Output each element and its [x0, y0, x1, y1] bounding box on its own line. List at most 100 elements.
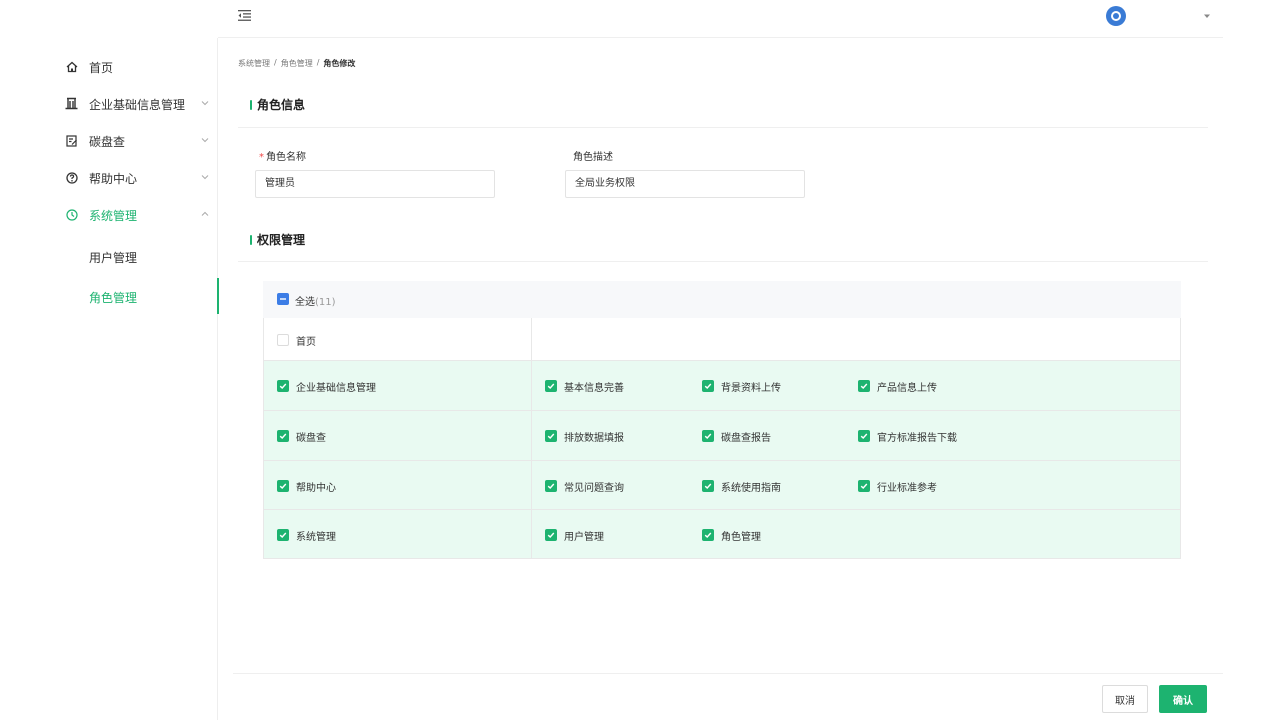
footer-divider — [233, 673, 1223, 674]
check-icon — [279, 383, 287, 389]
permission-parent-label: 企业基础信息管理 — [296, 383, 376, 394]
building-icon — [65, 97, 78, 110]
permission-child-label: 系统使用指南 — [721, 483, 781, 494]
permission-row: 首页 — [263, 318, 1181, 361]
check-icon — [279, 483, 287, 489]
check-icon — [547, 383, 555, 389]
sidebar-subitem-label: 角色管理 — [89, 291, 138, 305]
top-header — [218, 0, 1223, 38]
sidebar-item-label: 系统管理 — [89, 208, 138, 223]
permission-parent-label: 系统管理 — [296, 532, 336, 543]
confirm-button[interactable]: 确认 — [1159, 685, 1207, 713]
sidebar-item-carbon-inventory[interactable]: 碳盘查 — [58, 123, 218, 159]
sidebar-item-label: 碳盘查 — [89, 134, 126, 149]
permission-parent-cell: 碳盘查 — [264, 411, 532, 460]
permission-child-checkbox[interactable] — [702, 480, 714, 492]
permission-child-checkbox[interactable] — [545, 380, 557, 392]
sidebar-subitem-label: 用户管理 — [89, 251, 138, 265]
app-window: 首页 企业基础信息管理 碳盘查 帮助中心 系统管理 用户管理 角色管理 系统管理… — [58, 0, 1223, 720]
sidebar-item-system-management[interactable]: 系统管理 — [58, 197, 218, 233]
role-name-label: * 角色名称 — [259, 148, 306, 163]
sidebar: 首页 企业基础信息管理 碳盘查 帮助中心 系统管理 用户管理 角色管理 — [58, 38, 219, 720]
check-icon — [860, 433, 868, 439]
permission-child-checkbox[interactable] — [858, 430, 870, 442]
select-all-label: 全选 — [295, 297, 315, 308]
role-name-input[interactable]: 管理员 — [255, 170, 495, 198]
sidebar-item-label: 企业基础信息管理 — [89, 97, 186, 112]
permission-parent-cell: 首页 — [264, 318, 532, 360]
permission-row: 系统管理 用户管理 角色管理 — [263, 510, 1181, 559]
select-all-count: (11) — [315, 297, 336, 308]
check-icon — [860, 383, 868, 389]
permission-child-label: 碳盘查报告 — [721, 433, 771, 444]
breadcrumb-current: 角色修改 — [323, 59, 356, 68]
caret-down-icon[interactable] — [1202, 11, 1212, 21]
permission-child-label: 行业标准参考 — [877, 483, 937, 494]
check-icon — [547, 483, 555, 489]
permission-child-checkbox[interactable] — [702, 529, 714, 541]
permission-child-checkbox[interactable] — [858, 380, 870, 392]
section-divider — [238, 261, 1208, 262]
chevron-down-icon — [201, 138, 209, 143]
permission-child-label: 背景资料上传 — [721, 383, 781, 394]
permission-child-checkbox[interactable] — [702, 380, 714, 392]
permission-title: 权限管理 — [250, 231, 305, 248]
permission-row: 帮助中心 常见问题查询 系统使用指南 行业标准参考 — [263, 461, 1181, 510]
permission-parent-checkbox[interactable] — [277, 380, 289, 392]
check-icon — [860, 483, 868, 489]
sidebar-item-home[interactable]: 首页 — [58, 49, 218, 85]
permission-row: 碳盘查 排放数据填报 碳盘查报告 官方标准报告下载 — [263, 411, 1181, 461]
cancel-button[interactable]: 取消 — [1102, 685, 1148, 713]
user-avatar[interactable] — [1106, 6, 1126, 26]
settings-clock-icon — [65, 208, 78, 221]
breadcrumb-level2[interactable]: 角色管理 — [281, 58, 313, 69]
required-mark: * — [259, 152, 264, 163]
chevron-down-icon — [201, 175, 209, 180]
role-info-title-text: 角色信息 — [257, 98, 306, 112]
permission-child-checkbox[interactable] — [545, 480, 557, 492]
role-name-label-text: 角色名称 — [266, 152, 306, 163]
permission-child-label: 基本信息完善 — [564, 383, 624, 394]
user-avatar-icon — [1111, 11, 1121, 21]
sidebar-item-enterprise[interactable]: 企业基础信息管理 — [58, 86, 218, 122]
role-desc-label: 角色描述 — [573, 152, 613, 163]
sidebar-subitem-role-management[interactable]: 角色管理 — [58, 278, 219, 314]
permission-parent-checkbox[interactable] — [277, 430, 289, 442]
permission-child-checkbox[interactable] — [545, 529, 557, 541]
permission-child-checkbox[interactable] — [702, 430, 714, 442]
check-icon — [279, 433, 287, 439]
sidebar-item-help-center[interactable]: 帮助中心 — [58, 160, 218, 196]
permission-parent-cell: 帮助中心 — [264, 461, 532, 509]
sidebar-subitem-user-management[interactable]: 用户管理 — [58, 238, 218, 274]
permission-child-checkbox[interactable] — [858, 480, 870, 492]
minus-icon — [280, 298, 286, 300]
permission-child-label: 角色管理 — [721, 532, 761, 543]
select-all-text: 全选(11) — [295, 293, 336, 308]
permission-parent-label: 首页 — [296, 337, 316, 348]
sidebar-item-label: 首页 — [89, 60, 114, 75]
permission-child-checkbox[interactable] — [545, 430, 557, 442]
breadcrumb-level1[interactable]: 系统管理 — [238, 58, 270, 69]
role-info-title: 角色信息 — [250, 96, 305, 113]
select-all-row: 全选(11) — [263, 281, 1181, 318]
check-icon — [704, 433, 712, 439]
permission-parent-checkbox[interactable] — [277, 334, 289, 346]
check-icon — [547, 532, 555, 538]
check-icon — [704, 483, 712, 489]
section-divider — [238, 127, 1208, 128]
permission-parent-checkbox[interactable] — [277, 529, 289, 541]
permission-title-text: 权限管理 — [257, 233, 306, 247]
select-all-checkbox[interactable] — [277, 293, 289, 305]
breadcrumb: 系统管理 / 角色管理 / 角色修改 — [238, 58, 355, 69]
help-circle-icon — [65, 171, 78, 184]
permission-parent-cell: 系统管理 — [264, 510, 532, 558]
permission-parent-checkbox[interactable] — [277, 480, 289, 492]
permission-child-label: 用户管理 — [564, 532, 604, 543]
role-desc-input[interactable]: 全局业务权限 — [565, 170, 805, 198]
permission-parent-label: 碳盘查 — [296, 433, 326, 444]
chevron-down-icon — [201, 101, 209, 106]
check-icon — [704, 383, 712, 389]
check-icon — [547, 433, 555, 439]
home-icon — [65, 60, 78, 73]
menu-fold-icon[interactable] — [238, 9, 251, 22]
